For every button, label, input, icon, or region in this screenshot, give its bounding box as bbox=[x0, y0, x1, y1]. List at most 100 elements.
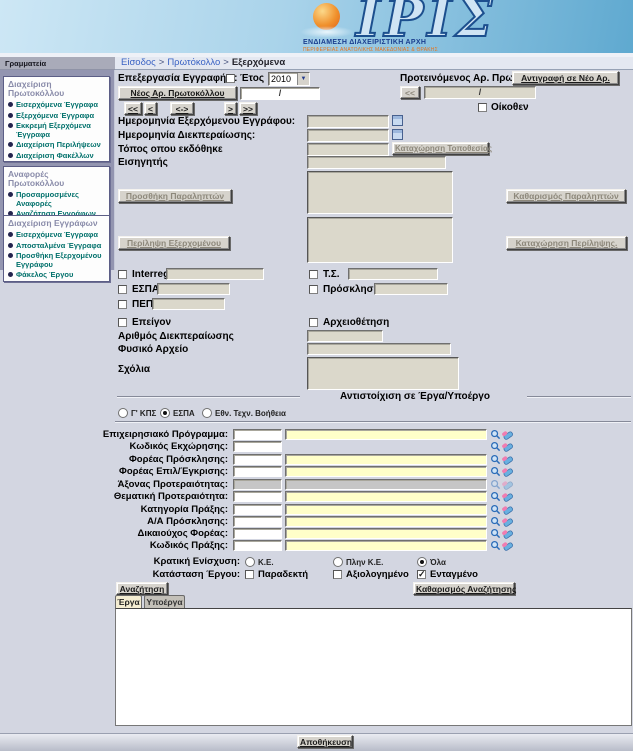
status-axiologimeno-checkbox[interactable] bbox=[333, 570, 342, 579]
action-category-code-input[interactable] bbox=[233, 504, 282, 515]
calendar-icon[interactable] bbox=[392, 129, 403, 140]
summary-textarea[interactable] bbox=[307, 217, 453, 263]
thematic-priority-input[interactable] bbox=[285, 491, 487, 502]
state-aid-radio-ke[interactable] bbox=[245, 557, 255, 567]
search-icon[interactable] bbox=[490, 540, 501, 551]
sidebar-item-doc-sent[interactable]: Αποσταλμένα Έγγραφα bbox=[4, 241, 109, 252]
nav-last-button[interactable]: >> bbox=[239, 102, 257, 115]
clear-field-icon[interactable] bbox=[502, 466, 513, 477]
ts-input[interactable] bbox=[348, 268, 438, 280]
op-programme-input[interactable] bbox=[285, 429, 487, 440]
new-protocol-number-button[interactable]: Νέος Αρ. Πρωτοκόλλου bbox=[118, 86, 237, 100]
interreg-input[interactable] bbox=[166, 268, 264, 280]
espa-input[interactable] bbox=[157, 283, 230, 295]
sidebar-item-pending-outgoing[interactable]: Εκκρεμή Εξερχόμενα Έγγραφα bbox=[4, 121, 109, 140]
copy-to-new-number-button[interactable]: Αντιγραφή σε Νέο Αρ. bbox=[512, 71, 619, 85]
sidebar-item-doc-add-outgoing[interactable]: Προσθήκη Εξερχομένου Εγγράφου bbox=[4, 251, 109, 270]
search-icon[interactable] bbox=[490, 516, 501, 527]
state-aid-radio-plin-ke[interactable] bbox=[333, 557, 343, 567]
sidebar-item-doc-incoming[interactable]: Εισερχόμενα Έγγραφα bbox=[4, 230, 109, 241]
clear-field-icon[interactable] bbox=[502, 454, 513, 465]
edit-record-checkbox[interactable] bbox=[226, 74, 235, 83]
pep-checkbox[interactable] bbox=[118, 300, 127, 309]
save-button[interactable]: Αποθήκευση bbox=[297, 735, 353, 748]
clear-field-icon[interactable] bbox=[502, 540, 513, 551]
clear-field-icon[interactable] bbox=[502, 441, 513, 452]
prosklisi-checkbox[interactable] bbox=[309, 285, 318, 294]
processing-date-input[interactable] bbox=[307, 129, 389, 142]
physical-file-input[interactable] bbox=[307, 343, 451, 355]
outgoing-date-input[interactable] bbox=[307, 115, 389, 128]
espa-checkbox[interactable] bbox=[118, 285, 127, 294]
nav-next-button[interactable]: > bbox=[224, 102, 237, 115]
pep-input[interactable] bbox=[152, 298, 225, 310]
search-icon[interactable] bbox=[490, 429, 501, 440]
search-button[interactable]: Αναζήτηση bbox=[116, 582, 168, 595]
sidebar-item-outgoing-protocol[interactable]: Εξερχόμενα Έγγραφα bbox=[4, 111, 109, 122]
thematic-priority-code-input[interactable] bbox=[233, 491, 282, 502]
chevron-down-icon[interactable]: ▼ bbox=[297, 73, 309, 85]
search-icon[interactable] bbox=[490, 528, 501, 539]
beneficiary-input[interactable] bbox=[285, 528, 487, 539]
assignment-code-input[interactable] bbox=[233, 441, 282, 452]
op-programme-code-input[interactable] bbox=[233, 429, 282, 440]
clear-field-icon[interactable] bbox=[502, 491, 513, 502]
radio-gkps[interactable] bbox=[118, 408, 128, 418]
dispatch-number-input[interactable] bbox=[307, 330, 383, 342]
sidebar-item-custom-reports[interactable]: Προσαρμοσμένες Αναφορές bbox=[4, 190, 109, 209]
call-serial-code-input[interactable] bbox=[233, 516, 282, 527]
archive-checkbox[interactable] bbox=[309, 318, 318, 327]
protocol-number-input[interactable]: / bbox=[240, 87, 320, 100]
status-paradekti-checkbox[interactable] bbox=[245, 570, 254, 579]
approval-authority-input[interactable] bbox=[285, 466, 487, 477]
search-icon[interactable] bbox=[490, 491, 501, 502]
nav-swap-button[interactable]: <-> bbox=[170, 102, 194, 115]
call-serial-input[interactable] bbox=[285, 516, 487, 527]
urgent-checkbox[interactable] bbox=[118, 318, 127, 327]
breadcrumb-link-eisodos[interactable]: Είσοδος bbox=[121, 57, 156, 68]
nav-prev-button[interactable]: < bbox=[144, 102, 157, 115]
sidebar-item-summaries[interactable]: Διαχείριση Περιλήψεων bbox=[4, 140, 109, 151]
call-authority-code-input[interactable] bbox=[233, 454, 282, 465]
place-issued-input[interactable] bbox=[307, 143, 389, 156]
state-aid-radio-ola[interactable] bbox=[417, 557, 427, 567]
radio-ethn-texn-voithia[interactable] bbox=[202, 408, 212, 418]
recipients-textarea[interactable] bbox=[307, 171, 453, 214]
section-divider bbox=[527, 396, 631, 397]
tab-ypoerga[interactable]: Υποέργα bbox=[144, 595, 185, 608]
comments-textarea[interactable] bbox=[307, 357, 459, 390]
sidebar-item-incoming-protocol[interactable]: Εισερχόμενα Έγγραφα bbox=[4, 100, 109, 111]
sidebar-item-label: Εισερχόμενα Έγγραφα bbox=[16, 231, 98, 240]
action-code-code-input[interactable] bbox=[233, 540, 282, 551]
calendar-icon[interactable] bbox=[392, 115, 403, 126]
sidebar-item-project-folder[interactable]: Φάκελος Έργου bbox=[4, 270, 109, 281]
bullet-icon bbox=[8, 253, 13, 258]
beneficiary-code-input[interactable] bbox=[233, 528, 282, 539]
prosklisi-input[interactable] bbox=[374, 283, 448, 295]
tab-erga[interactable]: Έργα bbox=[115, 595, 142, 608]
clear-field-icon[interactable] bbox=[502, 504, 513, 515]
clear-search-button[interactable]: Καθαρισμός Αναζήτησης bbox=[413, 582, 515, 595]
results-listbox[interactable] bbox=[115, 608, 632, 726]
clear-field-icon[interactable] bbox=[502, 516, 513, 527]
search-icon[interactable] bbox=[490, 454, 501, 465]
search-icon[interactable] bbox=[490, 504, 501, 515]
search-icon[interactable] bbox=[490, 441, 501, 452]
ts-checkbox[interactable] bbox=[309, 270, 318, 279]
search-icon[interactable] bbox=[490, 466, 501, 477]
breadcrumb-link-protokollo[interactable]: Πρωτόκολλο bbox=[167, 57, 220, 68]
clear-field-icon[interactable] bbox=[502, 528, 513, 539]
nav-first-button[interactable]: << bbox=[124, 102, 142, 115]
sidebar-item-folders[interactable]: Διαχείριση Φακέλλων bbox=[4, 151, 109, 162]
radio-espa[interactable] bbox=[160, 408, 170, 418]
rapporteur-input[interactable] bbox=[307, 156, 446, 169]
oikothen-checkbox[interactable] bbox=[478, 103, 487, 112]
action-category-input[interactable] bbox=[285, 504, 487, 515]
action-code-input[interactable] bbox=[285, 540, 487, 551]
interreg-checkbox[interactable] bbox=[118, 270, 127, 279]
year-select[interactable]: 2010 ▼ bbox=[268, 72, 310, 86]
clear-field-icon[interactable] bbox=[502, 429, 513, 440]
call-authority-input[interactable] bbox=[285, 454, 487, 465]
status-entagmeno-checkbox[interactable] bbox=[417, 570, 426, 579]
approval-authority-code-input[interactable] bbox=[233, 466, 282, 477]
